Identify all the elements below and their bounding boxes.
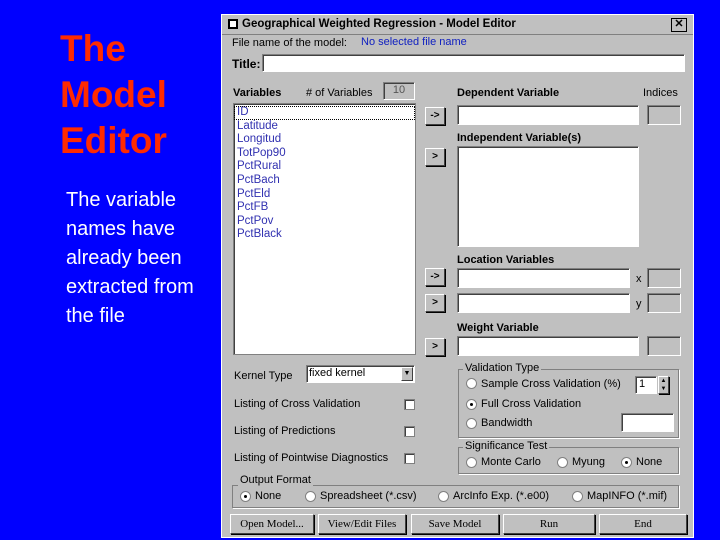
num-variables-label: # of Variables [306,87,373,99]
file-name-label: File name of the model: [232,37,347,49]
slide-title-line: The [60,28,126,69]
window-title: Geographical Weighted Regression - Model… [242,18,516,30]
output-spreadsheet-radio[interactable] [305,491,316,502]
weight-index-field [647,336,681,356]
dependent-variable-label: Dependent Variable [457,87,560,99]
add-location-y-button[interactable]: > [425,294,445,312]
listing-cv-label: Listing of Cross Validation [234,398,361,410]
full-cv-label: Full Cross Validation [481,398,582,410]
add-weight-button[interactable]: > [425,338,445,356]
myung-label: Myung [572,456,606,468]
y-label: y [636,298,642,310]
listing-cv-checkbox[interactable] [404,399,415,410]
list-item[interactable]: PctBlack [234,228,415,242]
title-input[interactable] [262,54,685,72]
location-variables-label: Location Variables [457,254,555,266]
weight-variable-field[interactable] [457,336,639,356]
location-x-field[interactable] [457,268,630,288]
variables-label: Variables [233,87,282,99]
app-icon [228,19,238,29]
run-button[interactable]: Run [503,514,595,534]
variables-listbox[interactable]: ID Latitude Longitud TotPop90 PctRural P… [233,103,416,355]
listing-pointwise-checkbox[interactable] [404,453,415,464]
sample-cv-label: Sample Cross Validation (%) [481,378,621,390]
end-button[interactable]: End [599,514,687,534]
location-y-field[interactable] [457,293,630,313]
list-item[interactable]: PctBach [234,174,415,188]
kernel-type-value: fixed kernel [309,367,366,379]
window-title-bar[interactable]: Geographical Weighted Regression - Model… [222,15,693,35]
add-dependent-button[interactable]: -> [425,107,445,125]
title-label: Title: [232,57,261,71]
list-item[interactable]: Longitud [234,133,415,147]
output-mapinfo-label: MapINFO (*.mif) [587,490,668,502]
sample-cv-percent-input[interactable]: 1 [635,376,657,394]
output-mapinfo-radio[interactable] [572,491,583,502]
bandwidth-label: Bandwidth [481,417,533,429]
chevron-down-icon[interactable]: ▼ [401,367,413,381]
file-name-value: No selected file name [361,36,467,48]
monte-carlo-radio[interactable] [466,457,477,468]
output-spreadsheet-label: Spreadsheet (*.csv) [320,490,417,502]
close-icon[interactable]: ✕ [671,18,687,32]
full-cv-radio[interactable] [466,399,477,410]
spin-up-down-icon[interactable]: ▲ ▼ [658,376,669,394]
list-item[interactable]: PctFB [234,201,415,215]
significance-test-title: Significance Test [463,440,550,452]
significance-none-radio[interactable] [621,457,632,468]
significance-none-label: None [636,456,663,468]
slide-body-text: The variable names have already been ext… [66,189,194,327]
list-item[interactable]: ID [234,106,415,120]
x-label: x [636,273,642,285]
output-none-radio[interactable] [240,491,251,502]
kernel-type-label: Kernel Type [234,370,293,382]
num-variables-value: 10 [383,82,415,100]
bandwidth-input[interactable] [621,413,674,432]
sample-cv-radio[interactable] [466,378,477,389]
list-item[interactable]: PctEld [234,188,415,202]
list-item[interactable]: Latitude [234,120,415,134]
weight-variable-label: Weight Variable [457,322,539,334]
location-x-index [647,268,681,288]
save-model-button[interactable]: Save Model [411,514,499,534]
location-y-index [647,293,681,313]
output-format-title: Output Format [238,474,313,486]
slide-title-line: Model [60,74,167,115]
output-arcinfo-label: ArcInfo Exp. (*.e00) [453,490,549,502]
validation-type-title: Validation Type [463,362,542,374]
slide-title: The Model Editor [60,26,210,164]
listing-pointwise-label: Listing of Pointwise Diagnostics [234,452,389,464]
independent-variables-label: Independent Variable(s) [457,132,582,144]
list-item[interactable]: PctPov [234,215,415,229]
view-edit-files-button[interactable]: View/Edit Files [318,514,406,534]
dependent-index-field [647,105,681,125]
myung-radio[interactable] [557,457,568,468]
independent-variables-list[interactable] [457,146,639,247]
listing-predictions-checkbox[interactable] [404,426,415,437]
monte-carlo-label: Monte Carlo [481,456,541,468]
list-item[interactable]: TotPop90 [234,147,415,161]
output-none-label: None [255,490,282,502]
add-location-x-button[interactable]: -> [425,268,445,286]
add-independent-button[interactable]: > [425,148,445,166]
list-item[interactable]: PctRural [234,160,415,174]
output-arcinfo-radio[interactable] [438,491,449,502]
indices-label: Indices [643,87,678,99]
slide-title-line: Editor [60,120,167,161]
bandwidth-radio[interactable] [466,418,477,429]
model-editor-window: Geographical Weighted Regression - Model… [221,14,694,538]
kernel-type-select[interactable]: fixed kernel ▼ [306,365,415,383]
open-model-button[interactable]: Open Model... [230,514,314,534]
listing-predictions-label: Listing of Predictions [234,425,336,437]
dependent-variable-field[interactable] [457,105,639,125]
